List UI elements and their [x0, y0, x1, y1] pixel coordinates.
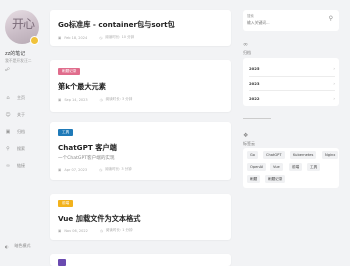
archive-year: 2023 [249, 80, 260, 86]
archive-year-item[interactable]: 2025 › [249, 63, 335, 73]
tag-chip[interactable]: Nginx [322, 151, 339, 159]
nav-item-search[interactable]: ⚲ 搜索 [5, 146, 25, 152]
search-icon[interactable]: ⚲ [329, 15, 333, 22]
search-label: 搜索 [247, 14, 254, 18]
site-name[interactable]: zz的笔记 [5, 50, 25, 57]
post-date: Apr 07, 2023 [64, 167, 88, 172]
dark-mode-label: 暗色模式 [14, 243, 31, 248]
post-title[interactable]: 第k个最大元素 [58, 82, 106, 92]
post-title[interactable]: ChatGPT 客户端 [58, 143, 117, 153]
post-title[interactable]: Vue 加载文件为文本格式 [58, 214, 141, 224]
nav-label: 链接 [17, 163, 25, 168]
site-description: 我不是开发汪二 [5, 58, 32, 63]
divider [249, 90, 335, 91]
nav-item-links[interactable]: ∞ 链接 [5, 163, 25, 169]
sidebar: 开心 zz的笔记 我不是开发汪二 ☍ ⌂ 主页 ☺ 关于 ▣ 归档 ⚲ 搜索 ∞… [0, 0, 46, 263]
post-card[interactable]: 工具 ChatGPT 客户端 一个ChatGPT客户端的实现 ▣ Apr 07,… [50, 122, 231, 180]
search-widget: 搜索 ⚲ [243, 10, 339, 31]
post-meta: ▣ Sep 14, 2023 ◷ 阅读时长: 3 分钟 [58, 97, 132, 102]
archive-year-item[interactable]: 2022 › [249, 93, 335, 103]
post-date: Nov 06, 2022 [64, 228, 88, 233]
clock-icon: ◷ [99, 167, 103, 172]
avatar-text: 开心 [12, 17, 35, 31]
tag-chip[interactable]: 前端 [289, 163, 303, 171]
nav-label: 搜索 [17, 146, 25, 151]
archive-icon: ▣ [5, 129, 11, 135]
tag-chip[interactable]: OpenAI [247, 163, 267, 171]
chevron-right-icon: › [333, 80, 335, 86]
search-input[interactable] [247, 19, 327, 25]
post-category-badge[interactable]: 工具 [58, 129, 74, 136]
rss-icon[interactable]: ☍ [5, 68, 10, 73]
section-divider [243, 118, 271, 119]
nav-item-home[interactable]: ⌂ 主页 [5, 95, 25, 101]
home-icon: ⌂ [6, 95, 10, 101]
nav-label: 归档 [17, 129, 25, 134]
nav-label: 关于 [17, 112, 25, 117]
post-card[interactable]: 刷题记录 第k个最大元素 ▣ Sep 14, 2023 ◷ 阅读时长: 3 分钟 [50, 60, 231, 112]
post-category-badge[interactable]: 刷题记录 [58, 68, 81, 75]
dark-mode-toggle[interactable]: ◐ 暗色模式 [5, 243, 31, 249]
tag-chip[interactable]: 刷题 [247, 175, 261, 183]
avatar-emoji-badge [30, 36, 39, 45]
clock-icon: ◷ [99, 228, 103, 233]
nav-label: 主页 [17, 95, 25, 100]
user-icon: ☺ [5, 112, 11, 118]
post-meta: ▣ Feb 18, 2024 ◷ 阅读时长: 10 分钟 [58, 35, 134, 40]
post-date: Feb 18, 2024 [64, 35, 88, 40]
post-meta: ▣ Nov 06, 2022 ◷ 阅读时长: 1 分钟 [58, 228, 133, 233]
nav-item-archive[interactable]: ▣ 归档 [5, 129, 25, 135]
infinity-icon: ∞ [243, 41, 248, 48]
calendar-icon: ▣ [58, 35, 62, 40]
tag-chip[interactable]: 刷题记录 [265, 175, 286, 183]
post-subtitle: 一个ChatGPT客户端的实现 [58, 156, 115, 161]
calendar-icon: ▣ [58, 167, 62, 172]
post-title[interactable]: Go标准库 - container包与sort包 [58, 20, 175, 30]
clock-icon: ◷ [99, 97, 103, 102]
clock-icon: ◷ [99, 35, 103, 40]
archive-year-item[interactable]: 2023 › [249, 78, 335, 88]
post-read-time: 阅读时长: 3 分钟 [105, 97, 133, 101]
post-read-time: 阅读时长: 1 分钟 [105, 228, 133, 232]
post-card[interactable]: 前端 Vue 加载文件为文本格式 ▣ Nov 06, 2022 ◷ 阅读时长: … [50, 194, 231, 240]
divider [249, 76, 335, 77]
tag-cloud: Go ChatGPT Kubernetes Nginx OpenAI Vue 前… [243, 148, 339, 188]
link-icon: ∞ [5, 163, 11, 169]
tag-chip[interactable]: 工具 [307, 163, 321, 171]
post-card[interactable]: Go标准库 - container包与sort包 ▣ Feb 18, 2024 … [50, 10, 231, 46]
chevron-right-icon: › [333, 95, 335, 101]
archive-title: 归档 [243, 50, 251, 55]
chevron-right-icon: › [333, 65, 335, 71]
archive-year: 2025 [249, 65, 260, 71]
tags-title: 标签云 [243, 141, 255, 146]
post-category-badge[interactable]: 前端 [58, 200, 74, 207]
post-read-time: 阅读时长: 3 分钟 [105, 167, 132, 171]
toggle-icon: ◐ [5, 243, 9, 249]
post-date: Sep 14, 2023 [64, 97, 88, 102]
post-card[interactable] [50, 254, 231, 266]
tag-icon: ❖ [243, 132, 249, 139]
nav-item-about[interactable]: ☺ 关于 [5, 112, 25, 118]
post-meta: ▣ Apr 07, 2023 ◷ 阅读时长: 3 分钟 [58, 167, 132, 172]
tag-chip[interactable]: Kubernetes [290, 151, 317, 159]
post-read-time: 阅读时长: 10 分钟 [105, 35, 135, 39]
tag-chip[interactable]: Go [247, 151, 258, 159]
tag-chip[interactable]: Vue [270, 163, 283, 171]
archive-list: 2025 › 2023 › 2022 › [243, 58, 339, 106]
calendar-icon: ▣ [58, 97, 62, 102]
archive-year: 2022 [249, 95, 260, 101]
calendar-icon: ▣ [58, 228, 62, 233]
tag-chip[interactable]: ChatGPT [263, 151, 285, 159]
search-icon: ⚲ [6, 146, 10, 152]
